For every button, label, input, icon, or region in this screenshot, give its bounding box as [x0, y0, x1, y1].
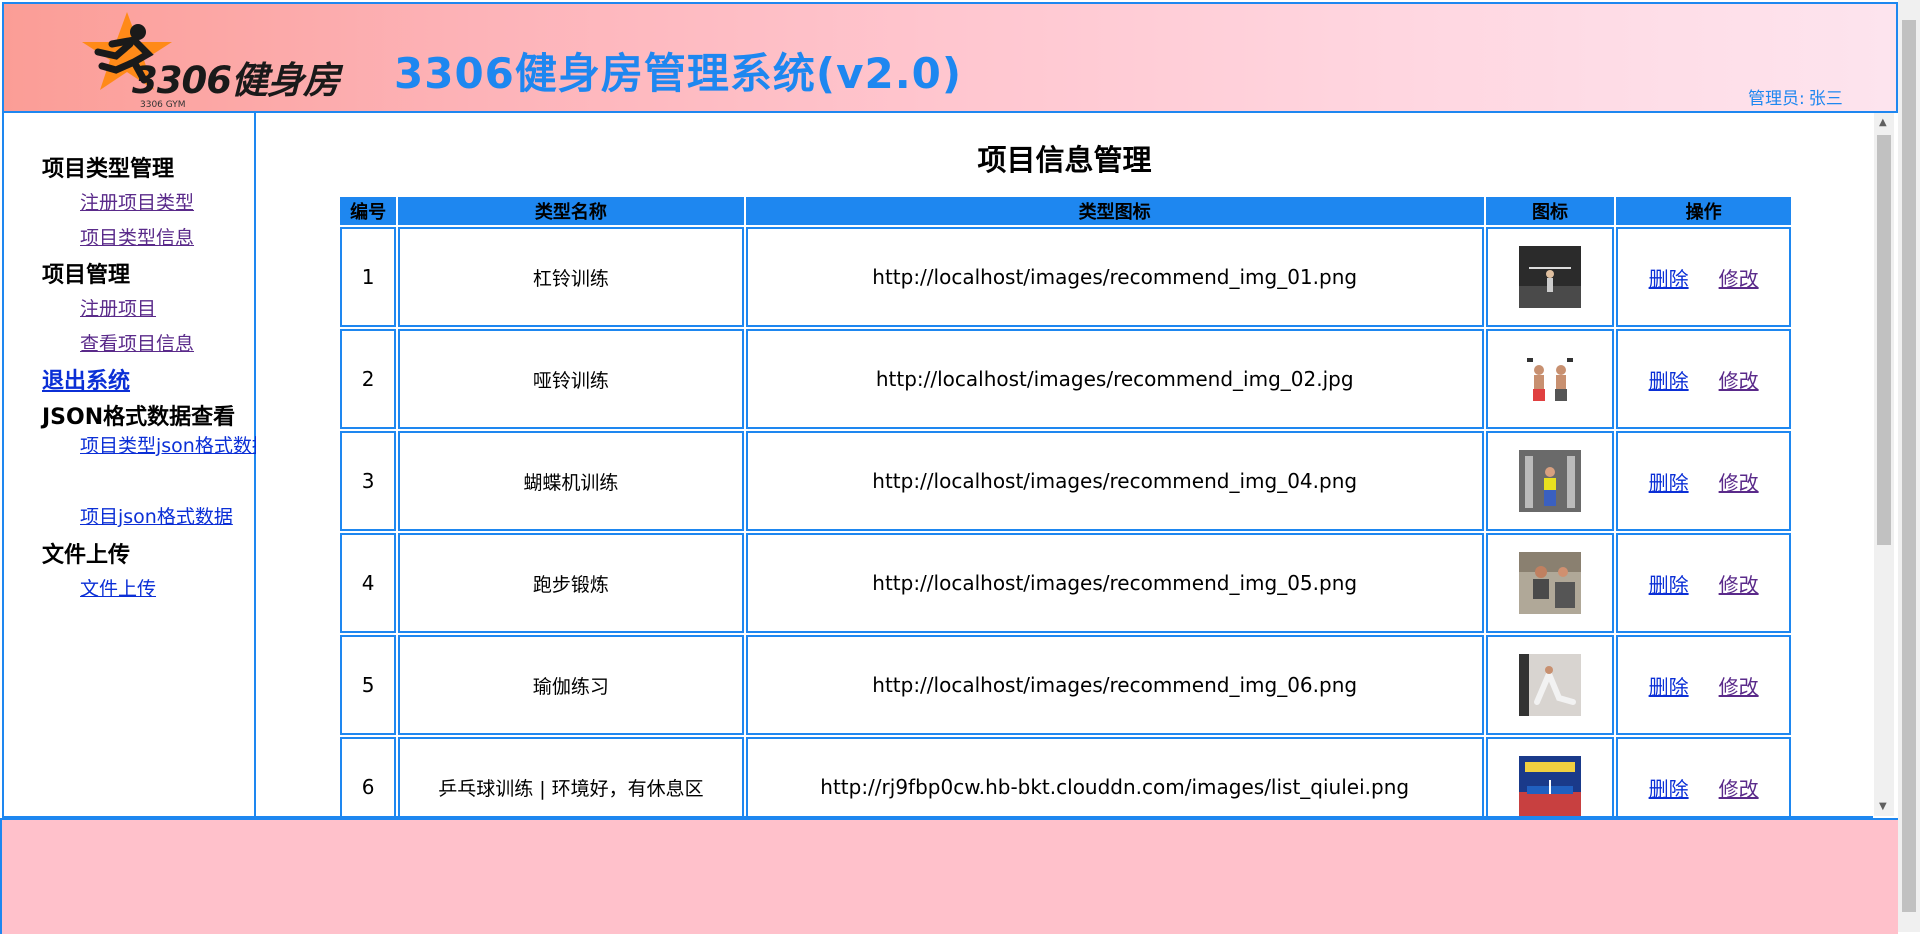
sidebar-item-file-upload[interactable]: 文件上传: [80, 574, 156, 601]
sidebar-item-project-json[interactable]: 项目json格式数据: [80, 502, 233, 529]
butterfly-machine-thumbnail: [1518, 450, 1581, 512]
cell-actions: 删除 修改: [1616, 227, 1791, 327]
cell-actions: 删除 修改: [1616, 431, 1791, 531]
logout-link[interactable]: 退出系统: [42, 363, 130, 395]
edit-link[interactable]: 修改: [1719, 675, 1759, 699]
cell-thumbnail: [1485, 737, 1615, 816]
sidebar-item-view-projects[interactable]: 查看项目信息: [80, 329, 194, 356]
cell-icon-url: http://localhost/images/recommend_img_02…: [745, 329, 1484, 429]
admin-info: 管理员: 张三: [1744, 84, 1843, 109]
gym-logo: 3306健身房 3306 GYM: [72, 8, 372, 110]
admin-label: 管理员:: [1748, 89, 1805, 109]
table-row: 1 杠铃训练 http://localhost/images/recommend…: [340, 227, 1791, 327]
cell-actions: 删除 修改: [1616, 329, 1791, 429]
cell-id: 6: [340, 737, 397, 816]
edit-link[interactable]: 修改: [1719, 471, 1759, 495]
column-header-icon: 图标: [1485, 197, 1615, 225]
sidebar-group-file-upload: 文件上传: [42, 543, 131, 568]
table-row: 5 瑜伽练习 http://localhost/images/recommend…: [340, 635, 1791, 735]
content-scrollbar-thumb[interactable]: [1877, 135, 1891, 545]
cell-thumbnail: [1485, 329, 1615, 429]
cell-name: 乒乓球训练 | 环境好，有休息区: [398, 737, 744, 816]
column-header-name: 类型名称: [398, 197, 744, 225]
cell-actions: 删除 修改: [1616, 635, 1791, 735]
table-header-row: 编号 类型名称 类型图标 图标 操作: [340, 197, 1791, 225]
cell-thumbnail: [1485, 533, 1615, 633]
running-thumbnail: [1518, 552, 1581, 614]
cell-name: 跑步锻炼: [398, 533, 744, 633]
cell-thumbnail: [1485, 431, 1615, 531]
sidebar-nav: 项目类型管理 注册项目类型 项目类型信息 项目管理 注册项目 查看项目信息 退出…: [2, 113, 271, 818]
cell-name: 哑铃训练: [398, 329, 744, 429]
admin-name: 张三: [1808, 89, 1843, 109]
sidebar-item-type-json[interactable]: 项目类型json格式数据: [80, 431, 271, 461]
edit-link[interactable]: 修改: [1719, 777, 1759, 801]
logo-text: 3306健身房: [132, 59, 340, 102]
footer-frame: [0, 818, 1898, 934]
scroll-down-arrow-icon[interactable]: ▼: [1879, 801, 1887, 812]
sidebar-item-type-info[interactable]: 项目类型信息: [80, 223, 194, 250]
page-scrollbar[interactable]: [1898, 0, 1920, 932]
cell-thumbnail: [1485, 227, 1615, 327]
dumbbell-thumbnail: [1518, 348, 1581, 410]
cell-icon-url: http://localhost/images/recommend_img_01…: [745, 227, 1484, 327]
sidebar-group-type-management: 项目类型管理: [42, 157, 175, 182]
cell-thumbnail: [1485, 635, 1615, 735]
app-title: 3306健身房管理系统(v2.0): [394, 49, 963, 98]
table-row: 4 跑步锻炼 http://localhost/images/recommend…: [340, 533, 1791, 633]
cell-icon-url: http://localhost/images/recommend_img_04…: [745, 431, 1484, 531]
edit-link[interactable]: 修改: [1719, 267, 1759, 291]
logo-subtitle: 3306 GYM: [140, 100, 186, 110]
cell-name: 瑜伽练习: [398, 635, 744, 735]
barbell-thumbnail: [1518, 246, 1581, 308]
sidebar-item-register-type[interactable]: 注册项目类型: [80, 188, 194, 215]
delete-link[interactable]: 删除: [1649, 675, 1689, 699]
main-content: 项目信息管理 编号 类型名称 类型图标 图标 操作 1 杠铃训练 http://…: [256, 113, 1873, 818]
app-header: 3306健身房 3306 GYM 3306健身房管理系统(v2.0) 管理员: 张…: [2, 2, 1898, 113]
table-row: 6 乒乓球训练 | 环境好，有休息区 http://rj9fbp0cw.hb-b…: [340, 737, 1791, 816]
cell-name: 蝴蝶机训练: [398, 431, 744, 531]
column-header-icon-url: 类型图标: [745, 197, 1484, 225]
table-tennis-thumbnail: [1518, 756, 1581, 816]
column-header-actions: 操作: [1616, 197, 1791, 225]
edit-link[interactable]: 修改: [1719, 573, 1759, 597]
table-row: 3 蝴蝶机训练 http://localhost/images/recommen…: [340, 431, 1791, 531]
delete-link[interactable]: 删除: [1649, 777, 1689, 801]
cell-id: 2: [340, 329, 397, 429]
table-row: 2 哑铃训练 http://localhost/images/recommend…: [340, 329, 1791, 429]
project-table: 编号 类型名称 类型图标 图标 操作 1 杠铃训练 http://localho…: [338, 195, 1793, 816]
delete-link[interactable]: 删除: [1649, 267, 1689, 291]
cell-actions: 删除 修改: [1616, 737, 1791, 816]
delete-link[interactable]: 删除: [1649, 369, 1689, 393]
delete-link[interactable]: 删除: [1649, 573, 1689, 597]
cell-id: 4: [340, 533, 397, 633]
content-scrollbar[interactable]: ▲ ▼: [1874, 113, 1894, 816]
page-title: 项目信息管理: [977, 143, 1152, 177]
sidebar-group-json-data: JSON格式数据查看: [42, 405, 236, 430]
cell-icon-url: http://rj9fbp0cw.hb-bkt.clouddn.com/imag…: [745, 737, 1484, 816]
cell-actions: 删除 修改: [1616, 533, 1791, 633]
yoga-thumbnail: [1518, 654, 1581, 716]
sidebar-group-project-management: 项目管理: [42, 263, 131, 288]
edit-link[interactable]: 修改: [1719, 369, 1759, 393]
delete-link[interactable]: 删除: [1649, 471, 1689, 495]
scroll-up-arrow-icon[interactable]: ▲: [1879, 117, 1887, 128]
cell-id: 1: [340, 227, 397, 327]
cell-icon-url: http://localhost/images/recommend_img_05…: [745, 533, 1484, 633]
sidebar-item-register-project[interactable]: 注册项目: [80, 294, 156, 321]
cell-id: 3: [340, 431, 397, 531]
cell-name: 杠铃训练: [398, 227, 744, 327]
column-header-id: 编号: [340, 197, 397, 225]
cell-icon-url: http://localhost/images/recommend_img_06…: [745, 635, 1484, 735]
cell-id: 5: [340, 635, 397, 735]
page-scrollbar-thumb[interactable]: [1902, 20, 1916, 912]
